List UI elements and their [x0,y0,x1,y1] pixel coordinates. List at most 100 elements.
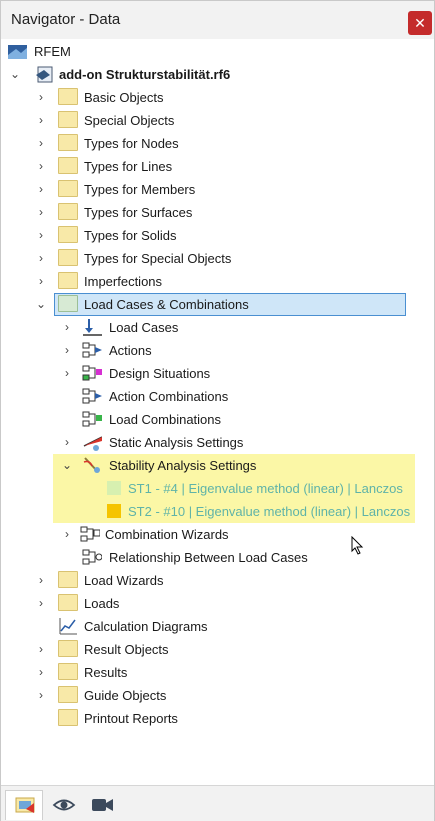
tab-data[interactable] [5,790,43,820]
tree-row-static-analysis-settings[interactable]: › Static Analysis Settings [1,431,434,454]
tree-label: Results [84,665,128,680]
tree-row-printout-reports[interactable]: Printout Reports [1,707,434,730]
chevron-right-icon[interactable]: › [34,684,48,707]
tree-label: Imperfections [84,274,163,289]
tree-row-basic-objects[interactable]: › Basic Objects [1,86,434,109]
chevron-down-icon[interactable]: ⌄ [8,63,22,86]
tree-row-types-members[interactable]: › Types for Members [1,178,434,201]
chevron-right-icon[interactable]: › [34,247,48,270]
navigator-tree: RFEM ⌄ add-on Strukturstabilität.rf6 › B… [1,39,434,785]
tree-row-st2[interactable]: ST2 - #10 | Eigenvalue method (linear) |… [1,500,434,523]
tree-row-types-special-objects[interactable]: › Types for Special Objects [1,247,434,270]
folder-icon [58,594,78,611]
tree-row-types-nodes[interactable]: › Types for Nodes [1,132,434,155]
chevron-right-icon[interactable]: › [34,638,48,661]
tree-row-action-combinations[interactable]: Action Combinations [1,385,434,408]
open-folder-icon [58,295,78,312]
design-situations-icon [82,365,102,381]
chevron-right-icon[interactable]: › [60,362,74,385]
folder-icon [58,249,78,266]
tree-label: Load Wizards [84,573,164,588]
tree-row-guide-objects[interactable]: › Guide Objects [1,684,434,707]
chevron-right-icon[interactable]: › [34,155,48,178]
tree-label: Load Cases & Combinations [84,297,249,312]
tree-row-st1[interactable]: ST1 - #4 | Eigenvalue method (linear) | … [1,477,434,500]
chevron-right-icon[interactable]: › [34,109,48,132]
tree-row-results[interactable]: › Results [1,661,434,684]
tree-label: Types for Nodes [84,136,179,151]
relationship-icon [82,549,102,565]
tree-label: Action Combinations [109,389,229,404]
chevron-right-icon[interactable]: › [34,224,48,247]
folder-icon [58,203,78,220]
chevron-down-icon[interactable]: ⌄ [60,454,74,477]
folder-icon [58,180,78,197]
close-button[interactable]: ✕ [408,11,432,35]
tree-label: Result Objects [84,642,169,657]
chevron-right-icon[interactable]: › [34,661,48,684]
bottom-tab-bar [1,785,434,821]
tree-row-load-combinations[interactable]: Load Combinations [1,408,434,431]
tree-row-actions[interactable]: › Actions [1,339,434,362]
tree-label: Design Situations [109,366,211,381]
tree-row-special-objects[interactable]: › Special Objects [1,109,434,132]
chevron-down-icon[interactable]: ⌄ [34,293,48,316]
tree-label: Types for Lines [84,159,173,174]
tab-views[interactable] [83,790,121,820]
chevron-right-icon[interactable]: › [60,339,74,362]
tree-label: Static Analysis Settings [109,435,244,450]
chevron-right-icon[interactable]: › [34,86,48,109]
chevron-right-icon[interactable]: › [34,569,48,592]
folder-icon [58,111,78,128]
folder-icon [58,157,78,174]
tree-row-types-surfaces[interactable]: › Types for Surfaces [1,201,434,224]
navigator-window: Navigator - Data ✕ RFEM ⌄ add-on Struktu… [0,0,435,821]
tree-row-load-wizards[interactable]: › Load Wizards [1,569,434,592]
tree-row-result-objects[interactable]: › Result Objects [1,638,434,661]
tree-label: Load Combinations [109,412,222,427]
tree-row-imperfections[interactable]: › Imperfections [1,270,434,293]
combination-wizards-icon [80,526,100,542]
tree-label: Actions [109,343,152,358]
folder-icon [58,272,78,289]
load-case-icon [83,319,102,336]
tree-row-load-cases[interactable]: › Load Cases [1,316,434,339]
chevron-right-icon[interactable]: › [60,431,74,454]
chevron-right-icon[interactable]: › [34,270,48,293]
chevron-right-icon[interactable]: › [60,316,74,339]
tree-label: Stability Analysis Settings [109,458,257,473]
folder-icon [58,88,78,105]
tree-label-st1: ST1 - #4 | Eigenvalue method (linear) | … [128,481,403,496]
tree-row-calculation-diagrams[interactable]: Calculation Diagrams [1,615,434,638]
tab-display[interactable] [45,790,83,820]
tree-label: Types for Members [84,182,196,197]
tree-label-file: add-on Strukturstabilität.rf6 [59,67,231,82]
folder-icon [58,709,78,726]
tree-row-types-lines[interactable]: › Types for Lines [1,155,434,178]
tree-label: Guide Objects [84,688,167,703]
tree-row-loads[interactable]: › Loads [1,592,434,615]
folder-icon [58,663,78,680]
st1-color-swatch [107,481,121,495]
tree-row-stability-analysis-settings[interactable]: ⌄ Stability Analysis Settings [1,454,434,477]
chevron-right-icon[interactable]: › [34,201,48,224]
chevron-right-icon[interactable]: › [34,178,48,201]
tree-row-rfem[interactable]: RFEM [1,40,434,63]
tree-label-st2: ST2 - #10 | Eigenvalue method (linear) |… [128,504,411,519]
tree-row-load-cases-combinations[interactable]: ⌄ Load Cases & Combinations [1,293,434,316]
tree-label: Relationship Between Load Cases [109,550,308,565]
tree-row-relationship[interactable]: Relationship Between Load Cases [1,546,434,569]
chevron-right-icon[interactable]: › [34,132,48,155]
tree-row-file[interactable]: ⌄ add-on Strukturstabilität.rf6 [1,63,434,86]
chevron-right-icon[interactable]: › [60,523,74,546]
folder-icon [58,134,78,151]
tree-label: Types for Solids [84,228,177,243]
tree-row-types-solids[interactable]: › Types for Solids [1,224,434,247]
calculation-diagram-icon [59,618,77,635]
mouse-cursor-icon [351,536,364,555]
chevron-right-icon[interactable]: › [34,592,48,615]
tree-row-combination-wizards[interactable]: › Combination Wizards [1,523,434,546]
tree-row-design-situations[interactable]: › Design Situations [1,362,434,385]
eye-icon [52,799,76,811]
load-combinations-icon [82,411,102,427]
